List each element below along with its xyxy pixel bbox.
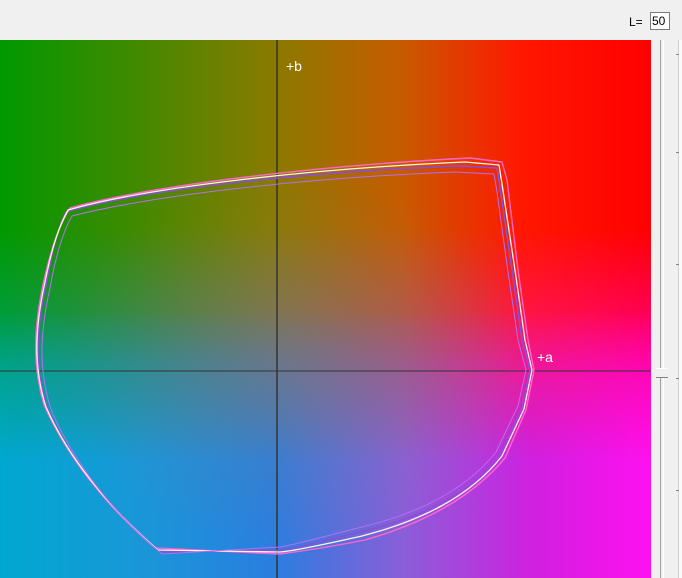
lightness-slider-track (660, 40, 664, 578)
slider-tick (676, 378, 679, 379)
slider-edge (678, 40, 682, 578)
gamut-canvas (0, 40, 651, 578)
toolbar: L= (0, 0, 682, 40)
lightness-label: L= (629, 15, 643, 29)
a-axis-label: +a (537, 349, 553, 365)
lightness-input[interactable] (650, 12, 670, 30)
slider-tick (676, 490, 679, 491)
b-axis-label: +b (286, 58, 302, 74)
color-field-neutral (0, 40, 651, 578)
lightness-slider-thumb[interactable] (656, 368, 668, 378)
slider-tick (676, 54, 679, 55)
slider-tick (676, 152, 679, 153)
lab-gamut-plot: +b +a (0, 40, 651, 578)
slider-tick (676, 264, 679, 265)
